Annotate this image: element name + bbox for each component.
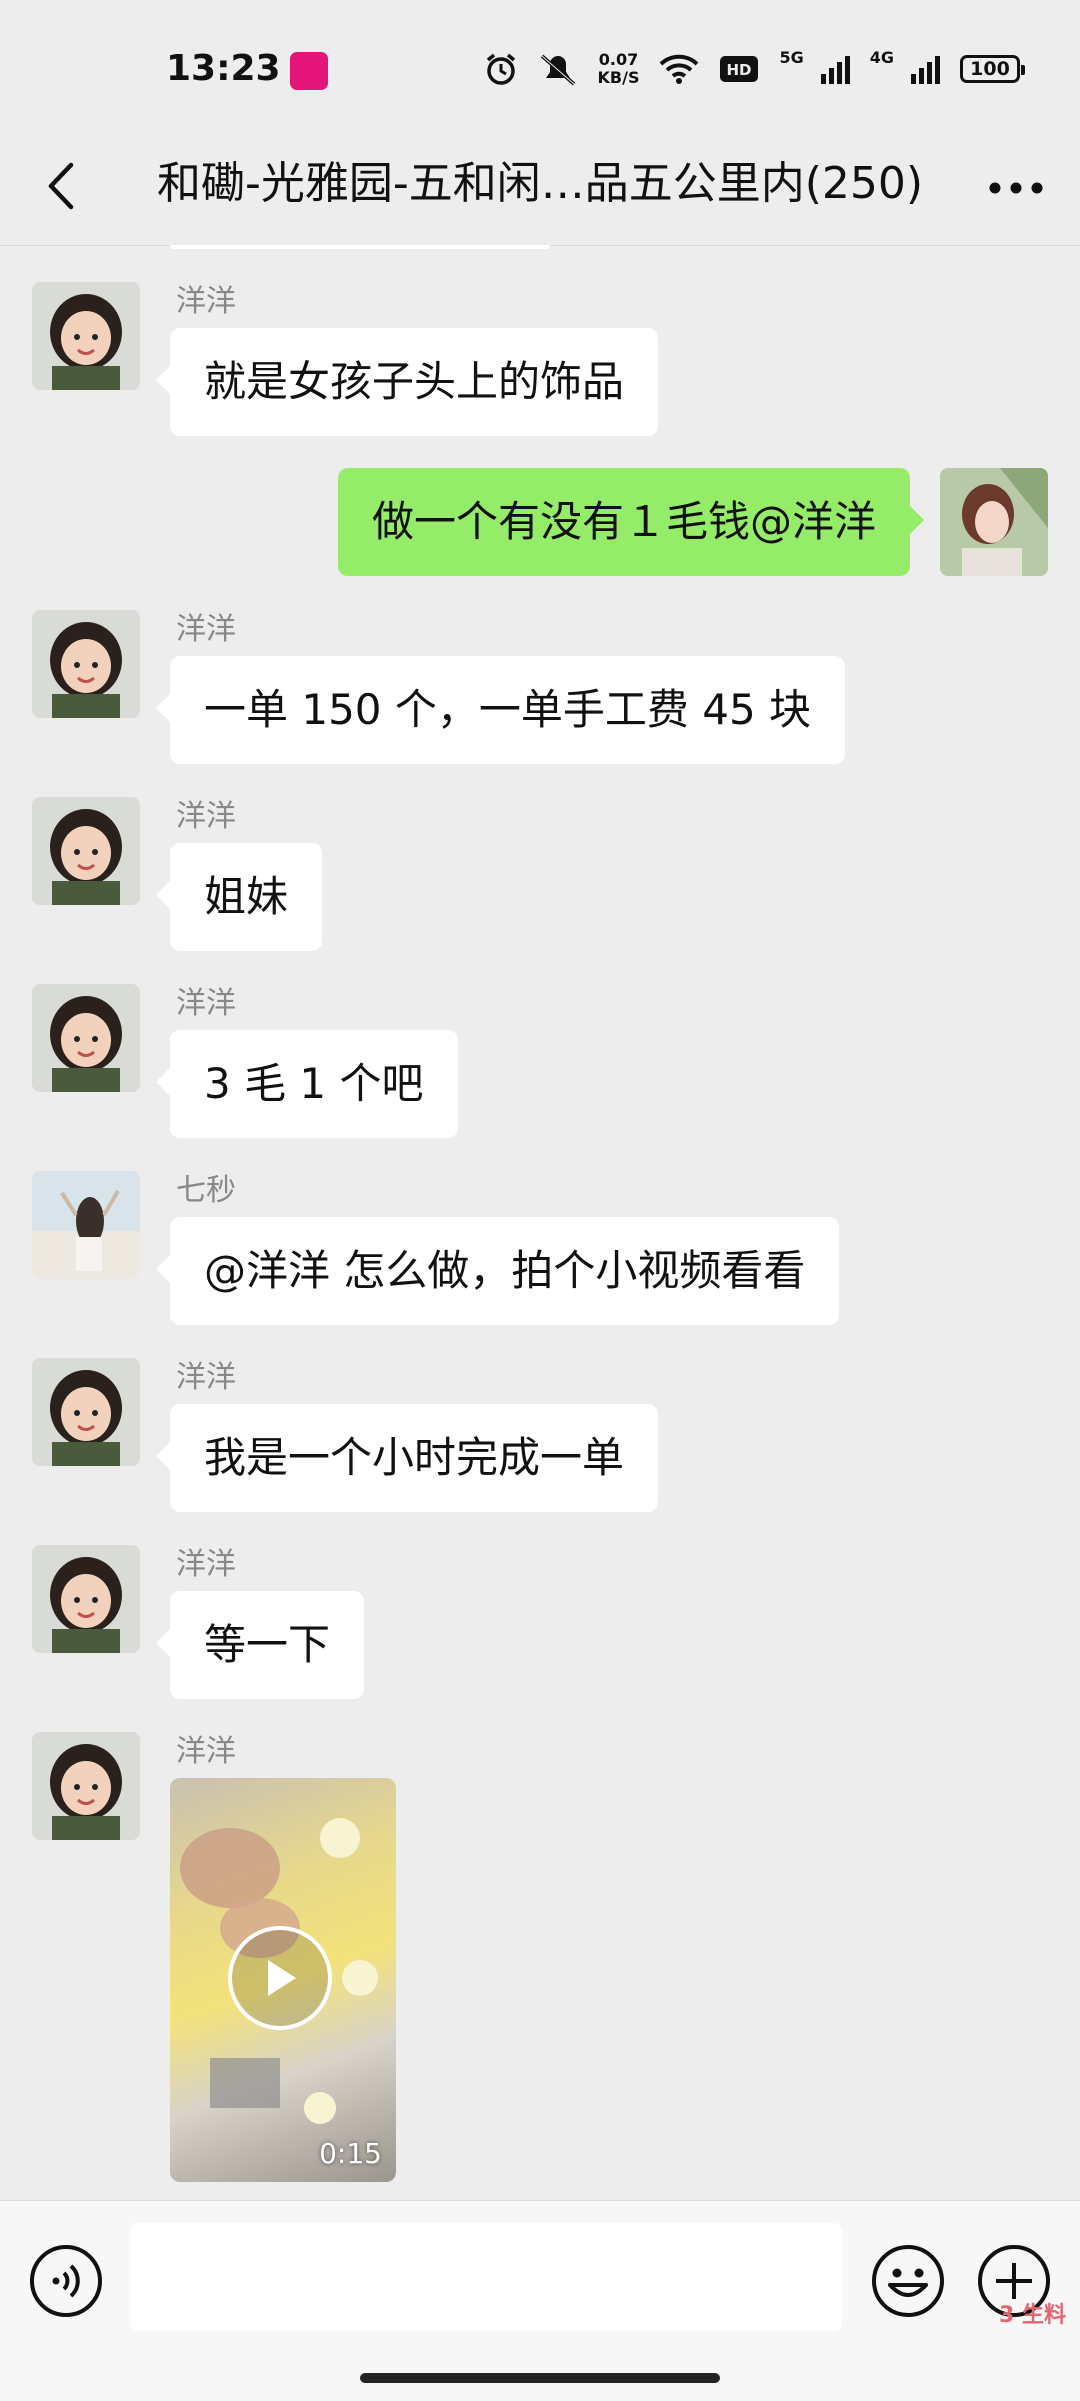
chat-header: 和磡-光雅园-五和闲…品五公里内(250) xyxy=(0,130,1080,246)
net-speed-unit: KB/S xyxy=(597,68,640,87)
back-button[interactable] xyxy=(30,156,90,216)
avatar[interactable] xyxy=(32,1545,140,1653)
message-bubble[interactable]: 我是一个小时完成一单 xyxy=(155,1404,659,1512)
message-bubble[interactable]: 一单 150 个，一单手工费 45 块 xyxy=(155,656,846,764)
emoji-icon xyxy=(872,2245,944,2317)
watermark: 3 生料 xyxy=(999,2303,1066,2328)
play-icon xyxy=(268,1960,296,1996)
network-type-1: 5G xyxy=(779,47,804,67)
message-bubble[interactable]: 就是女孩子头上的饰品 xyxy=(155,328,659,436)
video-duration: 0:15 xyxy=(319,2137,382,2170)
status-time: 13:23 xyxy=(166,48,281,89)
alarm-icon xyxy=(484,52,518,86)
message-bubble-outgoing[interactable]: 做一个有没有１毛钱@洋洋 xyxy=(337,468,925,576)
status-bar: 13:23 0.07 KB/S HD 5G 4G 100 xyxy=(0,0,1080,130)
avatar-self[interactable] xyxy=(940,468,1048,576)
avatar[interactable] xyxy=(32,1732,140,1840)
avatar[interactable] xyxy=(32,984,140,1092)
video-message[interactable]: 0:15 xyxy=(170,1778,396,2182)
sender-name: 洋洋 xyxy=(176,799,236,834)
chat-title: 和磡-光雅园-五和闲…品五公里内(250) xyxy=(156,158,924,209)
signal-icon xyxy=(820,54,850,84)
wifi-icon xyxy=(659,53,699,85)
voice-button[interactable] xyxy=(28,2243,104,2319)
avatar[interactable] xyxy=(32,282,140,390)
message-input[interactable] xyxy=(130,2223,842,2331)
sender-name: 洋洋 xyxy=(176,1360,236,1395)
signal-icon-2 xyxy=(910,54,940,84)
sender-name: 洋洋 xyxy=(176,284,236,319)
mute-icon xyxy=(538,52,578,86)
more-icon xyxy=(989,182,1043,194)
battery-icon: 100 xyxy=(960,55,1025,83)
svg-text:HD: HD xyxy=(727,61,752,79)
chevron-left-icon xyxy=(48,162,74,210)
scroll-remnant xyxy=(170,245,550,249)
sender-name: 洋洋 xyxy=(176,612,236,647)
network-type-2: 4G xyxy=(869,47,894,67)
avatar[interactable] xyxy=(32,610,140,718)
message-bubble[interactable]: @洋洋 怎么做，拍个小视频看看 xyxy=(155,1217,840,1325)
net-speed-value: 0.07 xyxy=(598,50,639,69)
more-button[interactable] xyxy=(980,158,1052,218)
message-bubble[interactable]: 3 毛 1 个吧 xyxy=(156,1030,458,1138)
sender-name: 七秒 xyxy=(176,1173,236,1208)
sender-name: 洋洋 xyxy=(176,986,236,1021)
voice-icon xyxy=(30,2245,102,2317)
play-button[interactable] xyxy=(228,1926,332,2030)
app-notification-icon xyxy=(290,52,328,90)
hd-icon: HD xyxy=(719,55,759,83)
avatar[interactable] xyxy=(32,1171,140,1279)
avatar[interactable] xyxy=(32,1358,140,1466)
input-bar: 3 生料 xyxy=(0,2200,1080,2401)
sender-name: 洋洋 xyxy=(176,1547,236,1582)
sender-name: 洋洋 xyxy=(176,1734,236,1769)
message-bubble[interactable]: 姐妹 xyxy=(155,843,323,951)
avatar[interactable] xyxy=(32,797,140,905)
message-bubble[interactable]: 等一下 xyxy=(155,1591,365,1699)
emoji-button[interactable] xyxy=(870,2243,946,2319)
home-indicator[interactable] xyxy=(360,2373,720,2383)
status-icons: 0.07 KB/S HD 5G 4G 100 xyxy=(484,46,1025,92)
net-speed: 0.07 KB/S xyxy=(598,51,640,87)
